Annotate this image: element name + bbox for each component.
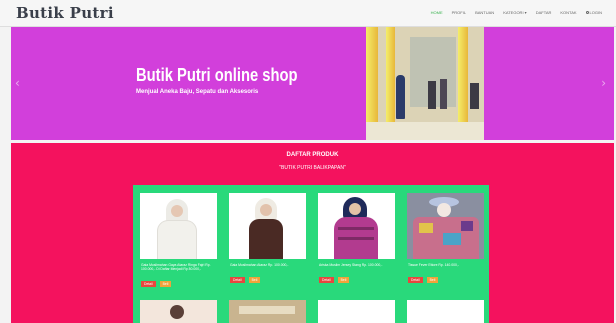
nav-item-profil[interactable]: PROFIL xyxy=(452,10,466,15)
nav-item-bantuan[interactable]: BANTUAN xyxy=(475,10,494,15)
buy-button[interactable]: Beli xyxy=(426,277,439,283)
hero-subtitle: Menjual Aneka Baju, Sepatu dan Aksesoris xyxy=(136,89,259,95)
clothing-rack xyxy=(470,83,479,109)
dress-shape xyxy=(249,219,283,259)
page: Butik Putri HOME PROFIL BANTUAN KATEGORI… xyxy=(0,0,616,323)
nav-item-kategori[interactable]: KATEGORI ▾ xyxy=(503,10,527,15)
nav-item-login-label: LOGIN xyxy=(589,10,602,15)
clothing-rack xyxy=(440,79,447,109)
product-grid: Gaia Muslimahan Gaya Ataraz Ringa Fajri … xyxy=(133,185,489,323)
product-name: Tissue Fever Ettore Rp. 140.000,- xyxy=(408,263,459,267)
face-shape xyxy=(349,203,361,215)
stripe-shape xyxy=(338,227,374,230)
face-shape xyxy=(171,205,183,217)
product-actions: Detail Beli xyxy=(141,281,172,287)
pattern-shape xyxy=(443,233,461,245)
buy-button[interactable]: Beli xyxy=(248,277,261,283)
nav-item-kontak[interactable]: KONTAK xyxy=(560,10,576,15)
product-name: Ariska Muslim Jersey Stang Rp. 100.000,- xyxy=(319,263,383,267)
product-thumbnail[interactable] xyxy=(229,300,306,323)
buy-button[interactable]: Beli xyxy=(159,281,172,287)
carousel-prev-arrow-icon[interactable]: ‹ xyxy=(15,76,20,90)
banner-shape xyxy=(239,306,295,314)
section-subtitle: "BUTIK PUTRI BALIKPAPAN" xyxy=(279,165,346,171)
face-shape xyxy=(437,203,451,217)
shop-interior-image xyxy=(366,27,484,140)
product-thumbnail[interactable] xyxy=(140,300,217,323)
product-image[interactable] xyxy=(318,193,395,259)
caret-down-icon: ▾ xyxy=(523,10,527,15)
detail-button[interactable]: Detail xyxy=(319,277,334,283)
detail-button[interactable]: Detail xyxy=(408,277,423,283)
blouse-shape xyxy=(158,221,196,259)
face-shape xyxy=(260,204,272,216)
stripe-shape xyxy=(338,237,374,240)
pattern-shape xyxy=(461,221,473,231)
section-title: DAFTAR PRODUK xyxy=(286,152,339,158)
product-thumbnail[interactable] xyxy=(407,300,484,323)
hero-carousel: ‹ Butik Putri online shop Menjual Aneka … xyxy=(11,27,614,140)
brand-logo[interactable]: Butik Putri xyxy=(16,4,114,22)
detail-button[interactable]: Detail xyxy=(230,277,245,283)
nav-item-kategori-label: KATEGORI xyxy=(503,10,524,15)
products-section: DAFTAR PRODUK "BUTIK PUTRI BALIKPAPAN" G… xyxy=(11,143,614,323)
pattern-shape xyxy=(419,223,433,233)
product-thumbnail[interactable] xyxy=(318,300,395,323)
detail-button[interactable]: Detail xyxy=(141,281,156,287)
product-actions: Detail Beli xyxy=(230,277,261,283)
hero-title: Butik Putri online shop xyxy=(136,65,298,85)
hair-shape xyxy=(170,305,184,319)
carousel-next-arrow-icon[interactable]: › xyxy=(601,76,606,90)
product-name: Gaia Muslimahan Ataraz Rp. 100.000,- xyxy=(230,263,289,267)
product-name: Gaia Muslimahan Gaya Ataraz Ringa Fajri … xyxy=(141,263,211,272)
product-actions: Detail Beli xyxy=(319,277,350,283)
nav-item-home[interactable]: HOME xyxy=(431,10,443,15)
navbar: Butik Putri HOME PROFIL BANTUAN KATEGORI… xyxy=(0,0,616,27)
nav-item-login[interactable]: LOGIN xyxy=(585,10,602,15)
product-image[interactable] xyxy=(140,193,217,259)
product-image[interactable] xyxy=(229,193,306,259)
nav-menu: HOME PROFIL BANTUAN KATEGORI ▾ DAFTAR KO… xyxy=(431,10,602,15)
product-actions: Detail Beli xyxy=(408,277,439,283)
product-image[interactable] xyxy=(407,193,484,259)
buy-button[interactable]: Beli xyxy=(337,277,350,283)
shop-floor xyxy=(366,122,484,140)
nav-item-daftar[interactable]: DAFTAR xyxy=(536,10,552,15)
user-icon xyxy=(585,11,589,15)
clothing-rack xyxy=(428,81,436,109)
mannequin xyxy=(396,75,405,119)
